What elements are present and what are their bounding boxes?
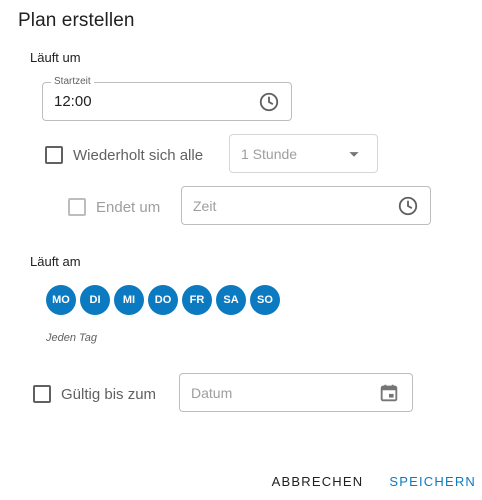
start-time-field[interactable]: Startzeit 12:00 xyxy=(42,76,292,121)
day-toggle-sa[interactable]: SA xyxy=(216,285,246,315)
weekday-selector: MO DI MI DO FR SA SO xyxy=(46,285,280,315)
day-toggle-di[interactable]: DI xyxy=(80,285,110,315)
clock-icon[interactable] xyxy=(258,91,280,113)
repeat-interval-select[interactable]: 1 Stunde xyxy=(229,134,378,173)
valid-until-date-field[interactable]: Datum xyxy=(179,373,413,412)
day-toggle-fr[interactable]: FR xyxy=(182,285,212,315)
days-hint: Jeden Tag xyxy=(46,332,97,344)
repeat-row: Wiederholt sich alle xyxy=(45,146,203,164)
day-toggle-do[interactable]: DO xyxy=(148,285,178,315)
chevron-down-icon[interactable] xyxy=(343,143,365,165)
start-time-legend: Startzeit xyxy=(51,76,94,87)
valid-until-date-placeholder: Datum xyxy=(191,385,233,401)
repeat-checkbox[interactable] xyxy=(45,146,63,164)
clock-icon[interactable] xyxy=(397,195,419,217)
runs-on-label: Läuft am xyxy=(30,254,81,269)
day-toggle-mo[interactable]: MO xyxy=(46,285,76,315)
ends-label: Endet um xyxy=(96,198,161,216)
save-button[interactable]: SPEICHERN xyxy=(389,474,476,489)
dialog-actions: ABBRECHEN SPEICHERN xyxy=(272,474,476,489)
end-time-placeholder: Zeit xyxy=(193,198,217,214)
ends-checkbox[interactable] xyxy=(68,198,86,216)
day-toggle-so[interactable]: SO xyxy=(250,285,280,315)
repeat-label: Wiederholt sich alle xyxy=(73,146,204,164)
runs-at-label: Läuft um xyxy=(30,50,81,65)
start-time-value: 12:00 xyxy=(54,93,92,110)
cancel-button[interactable]: ABBRECHEN xyxy=(272,474,364,489)
valid-until-row: Gültig bis zum xyxy=(33,385,156,403)
calendar-icon[interactable] xyxy=(378,382,400,404)
end-time-field[interactable]: Zeit xyxy=(181,186,431,225)
dialog-title: Plan erstellen xyxy=(18,10,135,31)
day-toggle-mi[interactable]: MI xyxy=(114,285,144,315)
valid-until-checkbox[interactable] xyxy=(33,385,51,403)
ends-row: Endet um xyxy=(68,198,160,216)
valid-until-label: Gültig bis zum xyxy=(61,385,157,403)
create-plan-dialog: Plan erstellen Läuft um Startzeit 12:00 … xyxy=(0,0,482,500)
repeat-interval-value: 1 Stunde xyxy=(241,146,298,162)
